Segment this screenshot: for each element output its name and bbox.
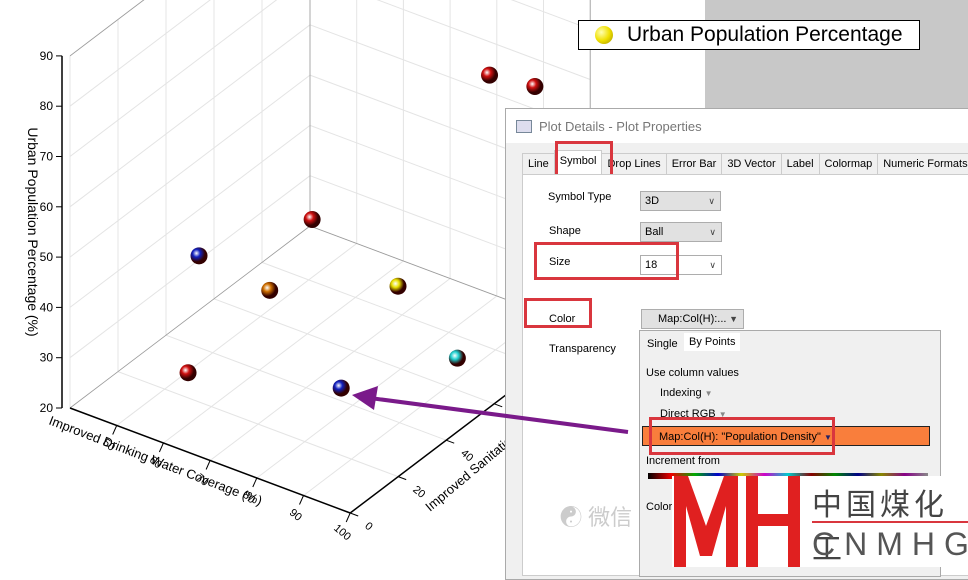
logo-divider — [812, 521, 968, 523]
logo-watermark: 中国煤化工 CNMHG — [672, 476, 968, 567]
arrow-line — [369, 396, 629, 434]
mh-logo-icon — [674, 476, 800, 567]
wechat-text: 微信 — [588, 505, 633, 530]
arrow-head-icon — [352, 386, 378, 410]
logo-english-text: CNMHG — [812, 526, 968, 562]
wechat-watermark: ☯ 微信 — [560, 505, 633, 530]
